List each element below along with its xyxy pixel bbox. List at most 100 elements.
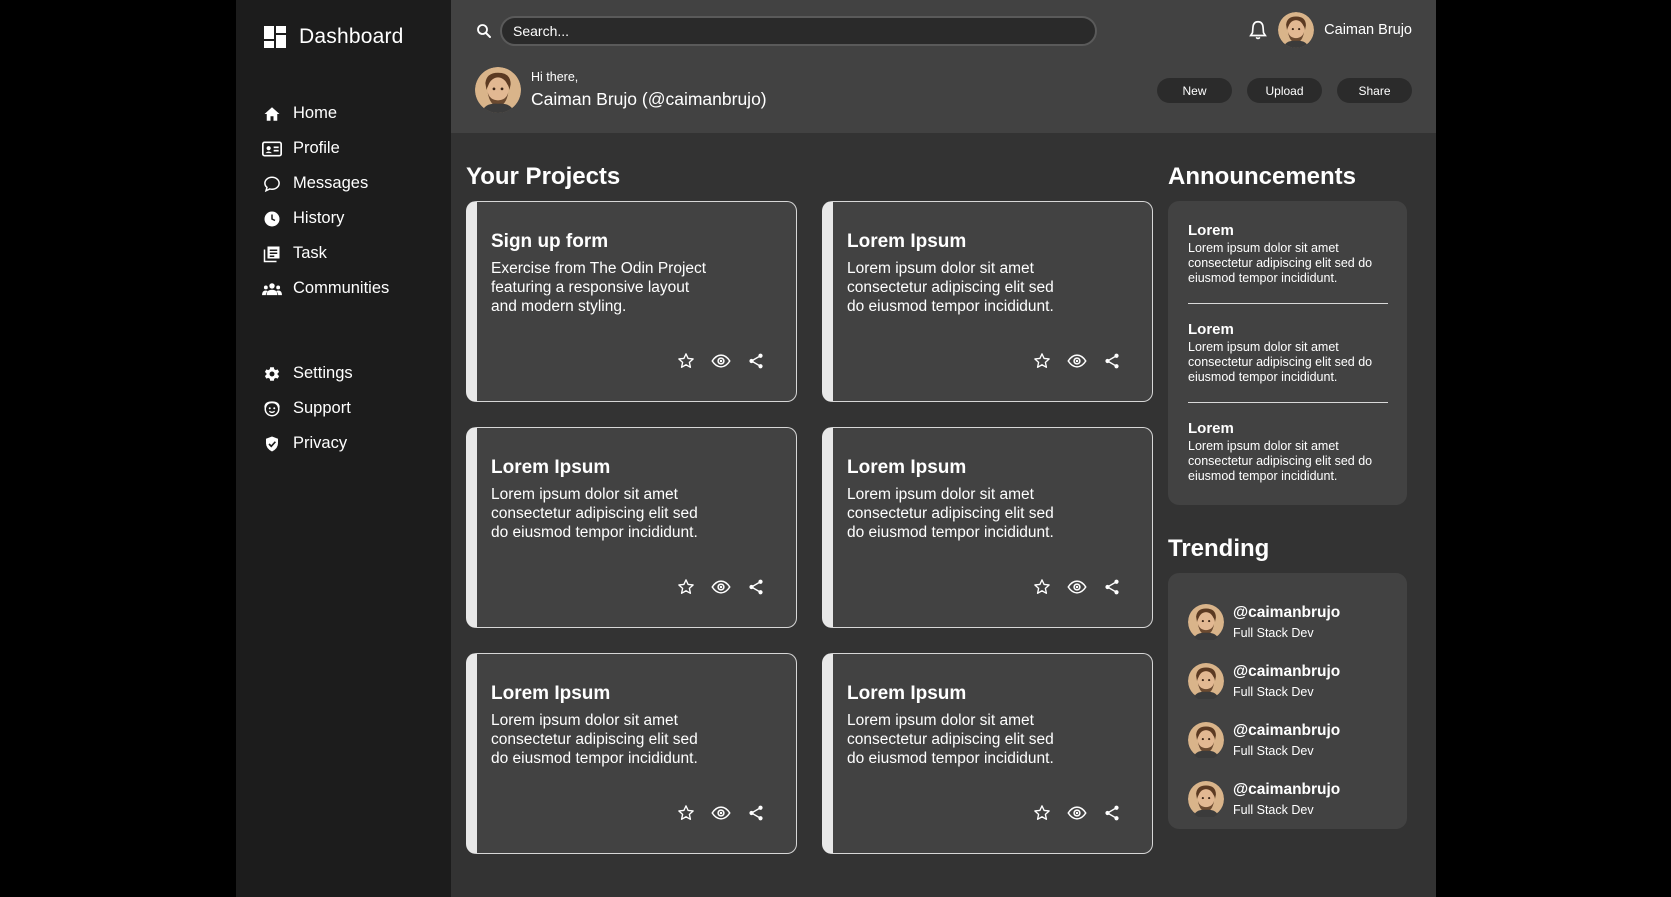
sidebar-item-communities[interactable]: Communities — [236, 271, 451, 306]
trending-handle: @caimanbrujo — [1233, 603, 1341, 621]
avatar[interactable] — [1278, 12, 1314, 48]
main-content: Caiman Brujo Hi there, Caiman Brujo (@ca… — [451, 0, 1436, 897]
project-description: Lorem ipsum dolor sit amet consectetur a… — [847, 712, 1054, 767]
trending-user[interactable]: @caimanbrujo Full Stack Dev — [1188, 769, 1407, 828]
header-actions: New Upload Share — [1157, 78, 1412, 103]
project-title: Lorem Ipsum — [847, 683, 967, 704]
clock-icon — [262, 209, 282, 229]
project-title: Lorem Ipsum — [847, 457, 967, 478]
bell-icon[interactable] — [1247, 19, 1269, 41]
trending-handle: @caimanbrujo — [1233, 780, 1341, 798]
project-title: Lorem Ipsum — [847, 231, 967, 252]
greeting-line: Hi there, — [531, 70, 579, 84]
sidebar-item-settings[interactable]: Settings — [236, 356, 451, 391]
eye-icon[interactable] — [711, 577, 731, 597]
people-group-icon — [262, 279, 282, 299]
card-actions — [1032, 351, 1122, 371]
trending-user[interactable]: @caimanbrujo Full Stack Dev — [1188, 710, 1407, 769]
trending-user[interactable]: @caimanbrujo Full Stack Dev — [1188, 592, 1407, 651]
share-icon[interactable] — [1102, 803, 1122, 823]
card-actions — [676, 803, 766, 823]
project-title: Lorem Ipsum — [491, 683, 611, 704]
star-icon[interactable] — [1032, 577, 1052, 597]
sidebar-item-profile[interactable]: Profile — [236, 131, 451, 166]
search-input[interactable] — [500, 16, 1097, 46]
avatar — [1188, 602, 1224, 642]
sidebar-item-label: Settings — [293, 364, 353, 382]
sidebar-item-label: History — [293, 209, 345, 227]
star-icon[interactable] — [676, 351, 696, 371]
sidebar-item-support[interactable]: Support — [236, 391, 451, 426]
user-name[interactable]: Caiman Brujo — [1324, 22, 1412, 38]
sidebar-item-label: Messages — [293, 174, 369, 192]
project-title: Sign up form — [491, 231, 609, 252]
trending-role: Full Stack Dev — [1233, 802, 1314, 817]
share-icon[interactable] — [1102, 577, 1122, 597]
avatar — [1188, 779, 1224, 819]
announcement-heading: Lorem — [1188, 420, 1234, 437]
announcement-text: Lorem ipsum dolor sit amet consectetur a… — [1188, 241, 1373, 285]
share-icon[interactable] — [746, 577, 766, 597]
eye-icon[interactable] — [711, 803, 731, 823]
sidebar-item-task[interactable]: Task — [236, 236, 451, 271]
project-card[interactable]: Lorem Ipsum Lorem ipsum dolor sit amet c… — [822, 201, 1153, 402]
share-icon[interactable] — [1102, 351, 1122, 371]
greeting-block: Hi there, Caiman Brujo (@caimanbrujo) — [475, 67, 767, 113]
new-button[interactable]: New — [1157, 78, 1232, 103]
brand-title: Dashboard — [299, 25, 404, 48]
sidebar: Dashboard Home Profile Messages History … — [236, 0, 451, 897]
star-icon[interactable] — [1032, 803, 1052, 823]
card-actions — [1032, 577, 1122, 597]
dashboard-icon — [264, 26, 286, 48]
announcement-item[interactable]: Lorem Lorem ipsum dolor sit amet consect… — [1188, 420, 1388, 501]
sidebar-item-label: Privacy — [293, 434, 348, 452]
announcement-text: Lorem ipsum dolor sit amet consectetur a… — [1188, 439, 1373, 483]
projects-title: Your Projects — [466, 163, 621, 190]
announcements-panel: Lorem Lorem ipsum dolor sit amet consect… — [1168, 201, 1407, 505]
eye-icon[interactable] — [1067, 803, 1087, 823]
announcement-item[interactable]: Lorem Lorem ipsum dolor sit amet consect… — [1188, 222, 1388, 304]
share-icon[interactable] — [746, 351, 766, 371]
star-icon[interactable] — [1032, 351, 1052, 371]
sidebar-item-messages[interactable]: Messages — [236, 166, 451, 201]
share-button[interactable]: Share — [1337, 78, 1412, 103]
profile-card-icon — [262, 139, 282, 159]
trending-handle: @caimanbrujo — [1233, 721, 1341, 739]
search-icon[interactable] — [475, 22, 493, 40]
project-description: Exercise from The Odin Project featuring… — [491, 260, 707, 315]
greeting-text: Hi there, Caiman Brujo (@caimanbrujo) — [531, 70, 767, 110]
trending-handle: @caimanbrujo — [1233, 662, 1341, 680]
sidebar-item-history[interactable]: History — [236, 201, 451, 236]
support-icon — [262, 399, 282, 419]
avatar — [1188, 720, 1224, 760]
project-card[interactable]: Sign up form Exercise from The Odin Proj… — [466, 201, 797, 402]
share-icon[interactable] — [746, 803, 766, 823]
sidebar-item-home[interactable]: Home — [236, 96, 451, 131]
screen-frame: Dashboard Home Profile Messages History … — [0, 0, 1671, 897]
upload-button[interactable]: Upload — [1247, 78, 1322, 103]
sidebar-item-label: Communities — [293, 279, 390, 297]
trending-user[interactable]: @caimanbrujo Full Stack Dev — [1188, 651, 1407, 710]
eye-icon[interactable] — [711, 351, 731, 371]
star-icon[interactable] — [676, 577, 696, 597]
brand[interactable]: Dashboard — [236, 22, 451, 52]
trending-panel: @caimanbrujo Full Stack Dev @caimanbrujo… — [1168, 573, 1407, 829]
avatar — [475, 67, 521, 113]
dashboard-app: Dashboard Home Profile Messages History … — [236, 0, 1436, 897]
project-card[interactable]: Lorem Ipsum Lorem ipsum dolor sit amet c… — [822, 653, 1153, 854]
project-card[interactable]: Lorem Ipsum Lorem ipsum dolor sit amet c… — [822, 427, 1153, 628]
star-icon[interactable] — [676, 803, 696, 823]
trending-role: Full Stack Dev — [1233, 743, 1314, 758]
announcement-text: Lorem ipsum dolor sit amet consectetur a… — [1188, 340, 1373, 384]
announcements-title: Announcements — [1168, 163, 1357, 190]
announcement-item[interactable]: Lorem Lorem ipsum dolor sit amet consect… — [1188, 321, 1388, 403]
eye-icon[interactable] — [1067, 577, 1087, 597]
sidebar-item-privacy[interactable]: Privacy — [236, 426, 451, 461]
trending-role: Full Stack Dev — [1233, 684, 1314, 699]
eye-icon[interactable] — [1067, 351, 1087, 371]
card-actions — [676, 351, 766, 371]
sidebar-item-label: Home — [293, 104, 338, 122]
project-card[interactable]: Lorem Ipsum Lorem ipsum dolor sit amet c… — [466, 653, 797, 854]
project-card[interactable]: Lorem Ipsum Lorem ipsum dolor sit amet c… — [466, 427, 797, 628]
